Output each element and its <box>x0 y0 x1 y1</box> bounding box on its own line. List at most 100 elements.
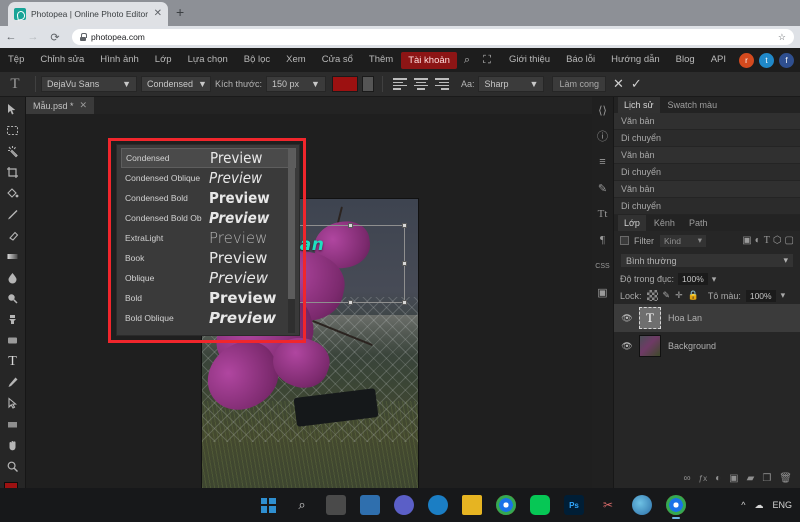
marquee-select-tool[interactable] <box>0 120 25 141</box>
onedrive-cloud-icon[interactable]: ☁ <box>754 500 763 511</box>
font-style-option-bold[interactable]: Bold Preview <box>121 288 296 308</box>
menu-item-edit[interactable]: Chỉnh sửa <box>32 48 92 72</box>
transform-handle[interactable] <box>402 261 408 266</box>
history-item[interactable]: Di chuyển <box>614 198 800 215</box>
search-icon[interactable]: ⌕ <box>457 54 477 67</box>
paragraph-icon[interactable]: ¶ <box>592 227 613 253</box>
align-right-button[interactable] <box>433 76 451 92</box>
paint-icon[interactable] <box>632 495 652 515</box>
close-tab-icon[interactable]: ✕ <box>154 9 162 19</box>
chrome-active-icon[interactable] <box>666 495 686 519</box>
reload-button[interactable]: ⟳ <box>44 31 66 44</box>
opacity-value[interactable]: 100% <box>678 273 708 285</box>
link-blog[interactable]: Blog <box>668 48 703 72</box>
transform-handle[interactable] <box>348 223 354 228</box>
new-tab-button[interactable]: + <box>176 5 184 19</box>
menu-item-select[interactable]: Lựa chọn <box>180 48 236 72</box>
transform-handle[interactable] <box>348 300 354 306</box>
layer-row-hoa-lan[interactable]: 👁 T Hoa Lan <box>614 304 800 332</box>
dropdown-scrollbar[interactable] <box>288 149 295 333</box>
font-style-option-book[interactable]: Book Preview <box>121 248 296 268</box>
text-color-swatch[interactable] <box>331 76 358 92</box>
zoom-tool[interactable] <box>0 456 25 477</box>
font-style-option-bold-oblique[interactable]: Bold Oblique Preview <box>121 308 296 328</box>
align-left-button[interactable] <box>391 76 409 92</box>
font-style-option-condensed-bold-oblique[interactable]: Condensed Bold Ob Preview <box>121 208 296 228</box>
align-center-button[interactable] <box>412 76 430 92</box>
font-style-option-extralight[interactable]: ExtraLight Preview <box>121 228 296 248</box>
font-family-select[interactable]: DejaVu Sans ▼ <box>41 76 137 92</box>
link-report-bug[interactable]: Báo lỗi <box>558 48 603 72</box>
lock-all-icon[interactable]: 🔒 <box>688 290 699 301</box>
layer-row-background[interactable]: 👁 Background <box>614 332 800 360</box>
crop-tool[interactable] <box>0 162 25 183</box>
character-icon[interactable]: Tt <box>592 201 613 227</box>
teams-icon[interactable] <box>394 495 414 515</box>
photoshop-icon[interactable]: Ps <box>564 495 584 515</box>
blend-mode-select[interactable]: Bình thường ▾ <box>620 253 794 268</box>
file-explorer-icon[interactable] <box>462 495 482 515</box>
lock-position-icon[interactable]: ✛ <box>675 290 683 301</box>
menu-item-file[interactable]: Tệp <box>0 48 32 72</box>
dropdown-scrollbar-thumb[interactable] <box>288 149 295 299</box>
chrome-icon[interactable] <box>496 495 516 515</box>
menu-item-filter[interactable]: Bộ lọc <box>236 48 278 72</box>
back-button[interactable]: ← <box>0 31 22 43</box>
chevron-down-icon[interactable]: ▾ <box>781 290 786 301</box>
start-button[interactable] <box>258 495 278 515</box>
commit-edit-icon[interactable]: ✓ <box>631 76 642 92</box>
history-item[interactable]: Văn bản <box>614 147 800 164</box>
canvas-area[interactable]: Lan <box>26 114 592 488</box>
bookmark-star-icon[interactable]: ☆ <box>778 32 786 43</box>
font-style-option-condensed-bold[interactable]: Condensed Bold Preview <box>121 188 296 208</box>
tray-chevron-icon[interactable]: ^ <box>741 500 745 510</box>
tab-swatches[interactable]: Swatch màu <box>662 97 724 113</box>
menu-item-window[interactable]: Cửa sổ <box>314 48 361 72</box>
transform-handle[interactable] <box>402 300 408 306</box>
link-layers-icon[interactable]: ∞ <box>684 473 691 484</box>
menu-item-account[interactable]: Tài khoản <box>401 51 457 69</box>
filter-kind-select[interactable]: Kind ▾ <box>659 233 707 248</box>
menu-item-more[interactable]: Thêm <box>361 48 401 72</box>
font-style-select[interactable]: Condensed ▼ <box>141 76 211 92</box>
pen-tool[interactable] <box>0 372 25 393</box>
brush-icon[interactable]: ✎ <box>592 175 613 201</box>
type-tool[interactable]: T <box>0 351 25 372</box>
tab-channels[interactable]: Kênh <box>648 215 681 231</box>
close-document-icon[interactable]: ✕ <box>80 100 88 111</box>
search-icon[interactable]: ⌕ <box>292 495 312 515</box>
browser-tab[interactable]: Photopea | Online Photo Editor ✕ <box>8 2 168 26</box>
antialias-select[interactable]: Sharp ▼ <box>478 76 545 92</box>
lock-image-icon[interactable]: ✎ <box>663 290 671 301</box>
history-list[interactable]: Văn bản Di chuyển Văn bản Di chuyển Văn … <box>614 113 800 215</box>
font-style-option-condensed-oblique[interactable]: Condensed Oblique Preview <box>121 168 296 188</box>
filter-pixel-icon[interactable]: ▣ <box>742 235 751 246</box>
dodge-tool[interactable] <box>0 288 25 309</box>
new-group-icon[interactable]: ▰ <box>747 473 755 484</box>
paint-bucket-tool[interactable] <box>0 183 25 204</box>
widgets-icon[interactable] <box>360 495 380 515</box>
path-select-tool[interactable] <box>0 393 25 414</box>
move-tool[interactable] <box>0 99 25 120</box>
layer-effects-icon[interactable]: ƒx <box>699 474 707 483</box>
rectangle-tool[interactable] <box>0 414 25 435</box>
history-item[interactable]: Văn bản <box>614 181 800 198</box>
image-icon[interactable]: ▣ <box>592 279 613 305</box>
eyedropper-tool[interactable] <box>0 204 25 225</box>
blur-tool[interactable] <box>0 267 25 288</box>
link-tutorials[interactable]: Hướng dẫn <box>603 48 668 72</box>
history-item[interactable]: Di chuyển <box>614 130 800 147</box>
history-item[interactable]: Di chuyển <box>614 164 800 181</box>
eraser-tool[interactable] <box>0 225 25 246</box>
filter-smart-icon[interactable]: ▢ <box>785 235 794 246</box>
chevron-down-icon[interactable]: ▾ <box>712 274 717 285</box>
cancel-edit-icon[interactable]: ✕ <box>613 76 624 92</box>
layer-mask-icon[interactable]: ▣ <box>729 473 738 484</box>
adjustment-layer-icon[interactable]: ◐ <box>715 473 721 484</box>
language-indicator[interactable]: ENG <box>772 500 792 510</box>
filter-checkbox[interactable] <box>620 236 629 245</box>
link-about[interactable]: Giới thiệu <box>501 48 558 72</box>
text-selection-box[interactable] <box>295 223 408 306</box>
line-icon[interactable] <box>530 495 550 515</box>
address-bar[interactable]: photopea.com ☆ <box>72 29 794 45</box>
